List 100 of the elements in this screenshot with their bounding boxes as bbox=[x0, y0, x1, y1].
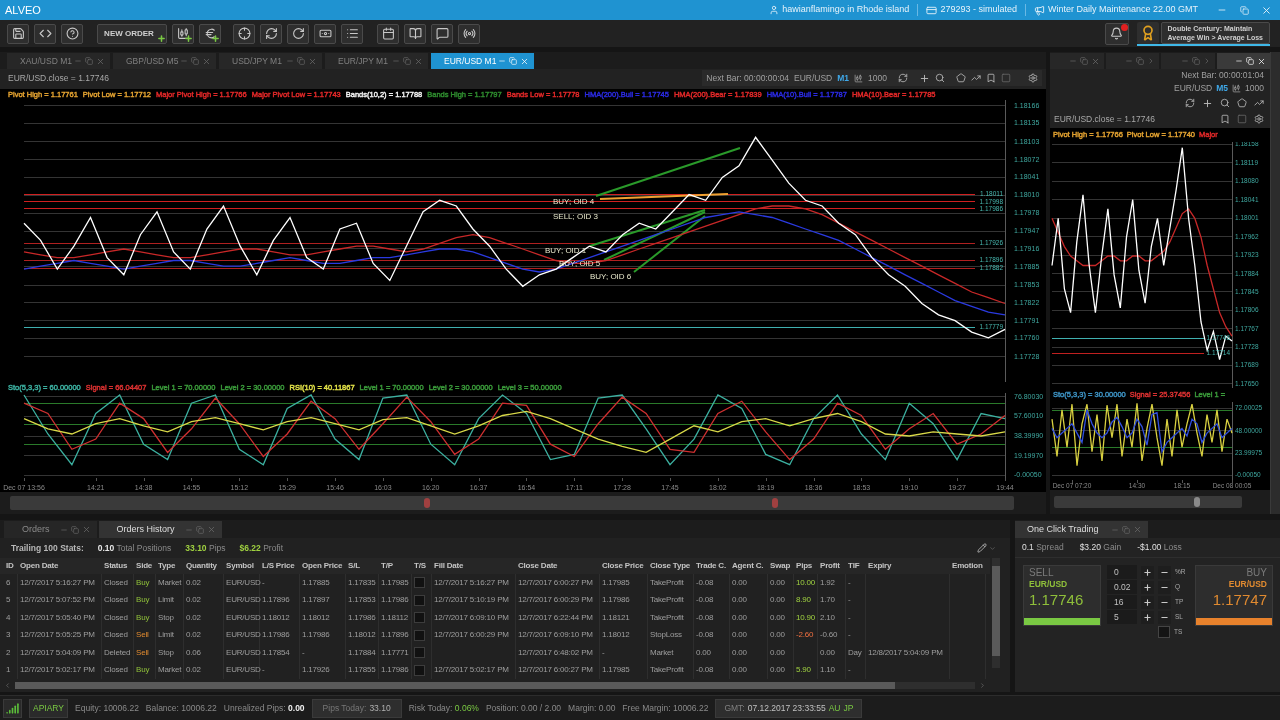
zoom-icon[interactable] bbox=[935, 73, 945, 83]
pentagon-icon[interactable] bbox=[956, 73, 966, 83]
signal-icon[interactable] bbox=[3, 698, 22, 718]
checkbox[interactable] bbox=[414, 612, 425, 624]
column-header[interactable]: Swap bbox=[768, 558, 794, 574]
calendar-button[interactable] bbox=[377, 23, 399, 44]
bookmark-icon[interactable] bbox=[1220, 114, 1230, 124]
checkbox[interactable] bbox=[414, 577, 425, 589]
panel-tab[interactable]: Orders bbox=[4, 521, 97, 538]
column-header[interactable]: Expiry bbox=[866, 558, 950, 574]
chart-navigator[interactable] bbox=[1054, 496, 1242, 508]
column-header[interactable]: Type bbox=[156, 558, 184, 574]
column-header[interactable]: Symbol bbox=[224, 558, 260, 574]
save-button[interactable] bbox=[7, 23, 29, 44]
checkbox[interactable] bbox=[414, 664, 425, 676]
column-header[interactable]: Profit bbox=[818, 558, 846, 574]
panel-tab[interactable]: One Click Trading bbox=[1015, 521, 1148, 538]
chart-tab[interactable]: XAU/USD M1 bbox=[7, 53, 110, 69]
column-header[interactable]: T/P bbox=[379, 558, 412, 574]
square-icon[interactable] bbox=[1001, 73, 1011, 83]
column-header[interactable]: Agent C. bbox=[730, 558, 768, 574]
column-header[interactable]: S/L bbox=[346, 558, 379, 574]
chevron-right-icon[interactable] bbox=[1147, 57, 1155, 65]
add-chart-button[interactable] bbox=[172, 23, 194, 44]
pentagon-icon[interactable] bbox=[1237, 98, 1247, 108]
checkbox[interactable] bbox=[414, 647, 425, 659]
chat-button[interactable] bbox=[431, 23, 453, 44]
timeframe-label[interactable]: M5 bbox=[1216, 81, 1229, 95]
book-button[interactable] bbox=[404, 23, 426, 44]
rotate-button[interactable] bbox=[287, 23, 309, 44]
settings-icon[interactable] bbox=[1254, 114, 1264, 124]
range-handle[interactable] bbox=[424, 498, 430, 508]
column-header[interactable]: Fill Date bbox=[432, 558, 516, 574]
bars-count-label[interactable]: 1000 bbox=[1245, 81, 1264, 95]
column-header[interactable]: Trade C. bbox=[694, 558, 730, 574]
increase-button[interactable] bbox=[1141, 610, 1154, 624]
checkbox[interactable] bbox=[414, 629, 425, 641]
notifications-button[interactable] bbox=[1104, 22, 1129, 45]
decrease-button[interactable] bbox=[1158, 565, 1171, 579]
buy-button[interactable]: BUY EUR/USD 1.17747 bbox=[1195, 565, 1273, 626]
plus-icon[interactable] bbox=[919, 72, 930, 84]
column-header[interactable]: ID bbox=[4, 558, 18, 574]
increase-button[interactable] bbox=[1141, 595, 1154, 609]
scroll-left-icon[interactable] bbox=[4, 681, 11, 689]
refresh-icon[interactable] bbox=[898, 73, 908, 83]
broadcast-button[interactable] bbox=[458, 23, 480, 44]
column-header[interactable]: Quantity bbox=[184, 558, 224, 574]
range-handle[interactable] bbox=[772, 498, 778, 508]
column-header[interactable]: L/S Price bbox=[260, 558, 300, 574]
checkbox[interactable] bbox=[1158, 626, 1170, 638]
increase-button[interactable] bbox=[1141, 580, 1154, 594]
plus-icon[interactable] bbox=[1202, 97, 1213, 109]
scrollbar-track[interactable] bbox=[1270, 52, 1280, 514]
timeframe-label[interactable]: M1 bbox=[837, 71, 850, 85]
column-header[interactable]: Close Type bbox=[648, 558, 694, 574]
value-field[interactable]: 0 bbox=[1107, 565, 1137, 579]
help-button[interactable] bbox=[61, 23, 83, 44]
decrease-button[interactable] bbox=[1158, 610, 1171, 624]
panel-tab[interactable]: Orders History bbox=[98, 521, 222, 538]
decrease-button[interactable] bbox=[1158, 580, 1171, 594]
settings-icon[interactable] bbox=[1028, 73, 1038, 83]
zoom-icon[interactable] bbox=[1220, 98, 1230, 108]
crosshair-button[interactable] bbox=[233, 23, 255, 44]
column-header[interactable]: Close Date bbox=[516, 558, 600, 574]
refresh-button[interactable] bbox=[260, 23, 282, 44]
bars-count-label[interactable]: 1000 bbox=[868, 71, 887, 85]
checkbox[interactable] bbox=[414, 594, 425, 606]
chart-tab[interactable]: GBP/USD M5 bbox=[113, 53, 216, 69]
chart-tab[interactable]: USD/JPY M1 bbox=[219, 53, 322, 69]
column-header[interactable]: T/S bbox=[412, 558, 432, 574]
column-header[interactable]: Side bbox=[134, 558, 156, 574]
minimize-icon[interactable] bbox=[1235, 57, 1243, 65]
column-header[interactable]: Status bbox=[102, 558, 134, 574]
new-order-button[interactable]: NEW ORDER bbox=[97, 23, 167, 44]
increase-button[interactable] bbox=[1141, 565, 1154, 579]
column-header[interactable]: Emotion bbox=[950, 558, 986, 574]
value-field[interactable]: 5 bbox=[1107, 610, 1137, 624]
value-field[interactable]: 0.02 bbox=[1107, 580, 1137, 594]
column-header[interactable]: Pips bbox=[794, 558, 818, 574]
chart-tab[interactable] bbox=[1216, 53, 1270, 69]
trend-line-icon[interactable] bbox=[1254, 98, 1264, 108]
column-header[interactable]: Open Price bbox=[300, 558, 346, 574]
range-handle[interactable] bbox=[1194, 497, 1200, 507]
bookmark-icon[interactable] bbox=[986, 73, 996, 83]
scroll-right-icon[interactable] bbox=[979, 681, 986, 689]
connection-badge[interactable]: APIARY bbox=[29, 698, 69, 718]
caret-icon[interactable] bbox=[989, 544, 996, 552]
column-header[interactable]: Close Price bbox=[600, 558, 648, 574]
restore-icon[interactable] bbox=[509, 57, 517, 65]
value-field[interactable]: 16 bbox=[1107, 595, 1137, 609]
column-header[interactable]: Open Date bbox=[18, 558, 102, 574]
add-symbol-button[interactable] bbox=[199, 23, 221, 44]
square-icon[interactable] bbox=[1237, 114, 1247, 124]
column-header[interactable]: TIF bbox=[846, 558, 866, 574]
pencil-icon[interactable] bbox=[977, 543, 987, 553]
decrease-button[interactable] bbox=[1158, 595, 1171, 609]
restore-icon[interactable] bbox=[1246, 57, 1254, 65]
sell-button[interactable]: SELL EUR/USD 1.17746 bbox=[1023, 565, 1101, 626]
scrollbar-thumb[interactable] bbox=[992, 566, 1000, 656]
code-button[interactable] bbox=[34, 23, 56, 44]
